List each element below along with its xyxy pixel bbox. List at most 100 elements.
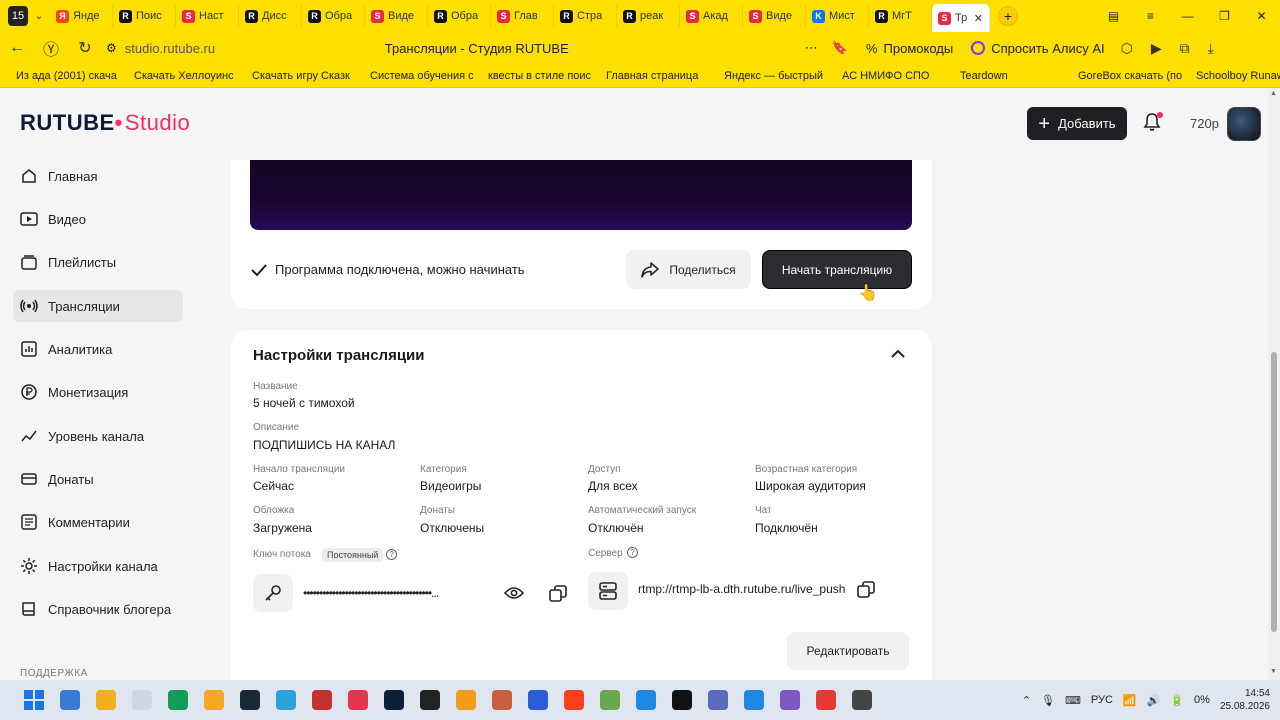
bookmark-item[interactable]: Система обучения с [370,70,488,82]
browser-tab[interactable]: S Акад [680,4,743,28]
yandex-home-icon[interactable]: Ⓨ [34,36,68,60]
tab-counter[interactable]: 15 [8,6,28,26]
taskbar-app-icon[interactable] [736,680,772,720]
start-icon[interactable] [16,680,52,720]
browser-tab[interactable]: R Обра [302,4,365,28]
sidebar-item[interactable]: Монетизация [13,376,183,408]
taskbar-app-icon[interactable] [556,680,592,720]
collections-icon[interactable]: ⧉ [1180,40,1190,57]
back-icon[interactable]: ← [0,39,34,57]
bookmark-item[interactable]: Из ада (2001) скача [16,70,134,82]
show-key-eye-icon[interactable] [503,582,525,604]
restore-icon[interactable]: ❐ [1206,9,1243,23]
promo-button[interactable]: % Промокоды [866,41,953,56]
taskbar-app-icon[interactable] [628,680,664,720]
bookmark-item[interactable]: Schoolboy Runaway [1196,70,1280,82]
alice-button[interactable]: Спросить Алису AI [971,41,1105,56]
site-info-icon[interactable]: ⚙ [106,41,117,55]
sidebar-item[interactable]: Настройки канала [13,550,183,582]
taskbar-app-icon[interactable] [268,680,304,720]
server-help-icon[interactable]: ? [627,547,638,558]
taskbar-app-icon[interactable] [664,680,700,720]
browser-tab[interactable]: S Виде [743,4,806,28]
bookmark-item[interactable]: Скачать Хеллоуинс [134,70,252,82]
bookmark-item[interactable]: квесты в стиле поис [488,70,606,82]
bookmark-item[interactable]: АС НМИФО СПО [842,70,960,82]
mic-icon[interactable]: 🎙 [1041,694,1055,707]
add-button[interactable]: + Добавить [1027,107,1127,140]
sidebar-item[interactable]: Комментарии [13,506,183,538]
close-tab-icon[interactable]: ✕ [974,12,983,25]
browser-tab[interactable]: R Обра [428,4,491,28]
taskbar-app-icon[interactable] [484,680,520,720]
taskbar-app-icon[interactable] [520,680,556,720]
taskbar-app-icon[interactable] [196,680,232,720]
taskbar-app-icon[interactable] [124,680,160,720]
avatar[interactable] [1227,107,1261,141]
taskbar-app-icon[interactable] [448,680,484,720]
browser-tab[interactable]: Rреак [617,4,680,28]
taskbar-app-icon[interactable] [412,680,448,720]
new-tab-button[interactable]: + [998,6,1018,26]
sidebar-item[interactable]: Главная [13,160,183,192]
browser-tab[interactable]: R Дисс [239,4,302,28]
language-indicator[interactable]: РУС [1091,694,1113,706]
taskbar-app-icon[interactable] [808,680,844,720]
taskbar-app-icon[interactable] [88,680,124,720]
rutube-studio-logo[interactable]: RUTUBE•Studio [20,110,190,136]
start-stream-button[interactable]: Начать трансляцию [762,250,912,289]
taskbar-app-icon[interactable] [592,680,628,720]
sidebar-item[interactable]: Справочник блогера [13,593,183,625]
tablist-icon[interactable]: ▤ [1095,9,1132,23]
copy-key-icon[interactable] [547,583,569,605]
scrollbar-thumb[interactable] [1271,352,1277,632]
wifi-icon[interactable]: 📶 [1123,694,1137,707]
sidebar-item[interactable]: Трансляции [13,290,183,322]
collapse-chevron-icon[interactable] [891,346,905,362]
scroll-up-icon[interactable]: ▲ [1270,90,1277,97]
taskbar-app-icon[interactable] [700,680,736,720]
bookmark-item[interactable]: Teardown [960,70,1078,82]
reload-icon[interactable]: ↻ [68,38,102,58]
taskbar-app-icon[interactable] [340,680,376,720]
bookmark-icon[interactable]: 🔖 [832,40,848,56]
taskbar-app-icon[interactable] [304,680,340,720]
volume-icon[interactable]: 🔊 [1147,694,1161,707]
browser-tab[interactable]: S Глав [491,4,554,28]
bookmark-item[interactable]: Главная страница [606,70,724,82]
browser-tab[interactable]: S Виде [365,4,428,28]
browser-tab[interactable]: Я Янде [50,4,113,28]
taskbar-app-icon[interactable] [232,680,268,720]
notifications-icon[interactable] [1143,112,1163,137]
media-icon[interactable]: ▶ [1151,40,1162,57]
keyboard-icon[interactable]: ⌨ [1065,694,1081,707]
sidebar-item[interactable]: Донаты [13,463,183,495]
browser-tab[interactable]: R Стра [554,4,617,28]
video-preview[interactable] [250,160,912,230]
url-field[interactable]: studio.rutube.ru [125,41,385,56]
browser-tab[interactable]: K Мист [806,4,869,28]
bookmark-item[interactable]: Скачать игру Сказк [252,70,370,82]
copy-server-icon[interactable] [855,579,877,601]
download-icon[interactable]: ⤓ [1208,40,1214,57]
taskbar-app-icon[interactable] [844,680,880,720]
taskbar-app-icon[interactable] [160,680,196,720]
minimize-icon[interactable]: — [1169,9,1206,23]
menu-icon[interactable]: ≡ [1132,9,1169,23]
taskbar-app-icon[interactable] [772,680,808,720]
battery-icon[interactable]: 🔋 [1170,694,1184,707]
close-window-icon[interactable]: ✕ [1243,9,1280,23]
page-scrollbar[interactable]: ▲ ▼ [1268,88,1280,680]
active-tab[interactable]: S Тр ✕ [932,4,990,32]
key-help-icon[interactable]: ? [386,549,397,560]
sidebar-item[interactable]: Видео [13,203,183,235]
sidebar-item[interactable]: Уровень канала [13,420,183,452]
browser-tab[interactable]: S Наст [176,4,239,28]
quality-indicator[interactable]: 720p [1190,116,1219,131]
sidebar-item[interactable]: Аналитика [13,333,183,365]
bookmark-item[interactable]: Яндекс — быстрый [724,70,842,82]
tabs-dropdown-icon[interactable]: ⌄ [28,11,50,22]
edit-button[interactable]: Редактировать [787,632,909,670]
bookmark-item[interactable]: GoreBox скачать (по [1078,70,1196,82]
share-button[interactable]: Поделиться [626,250,751,289]
